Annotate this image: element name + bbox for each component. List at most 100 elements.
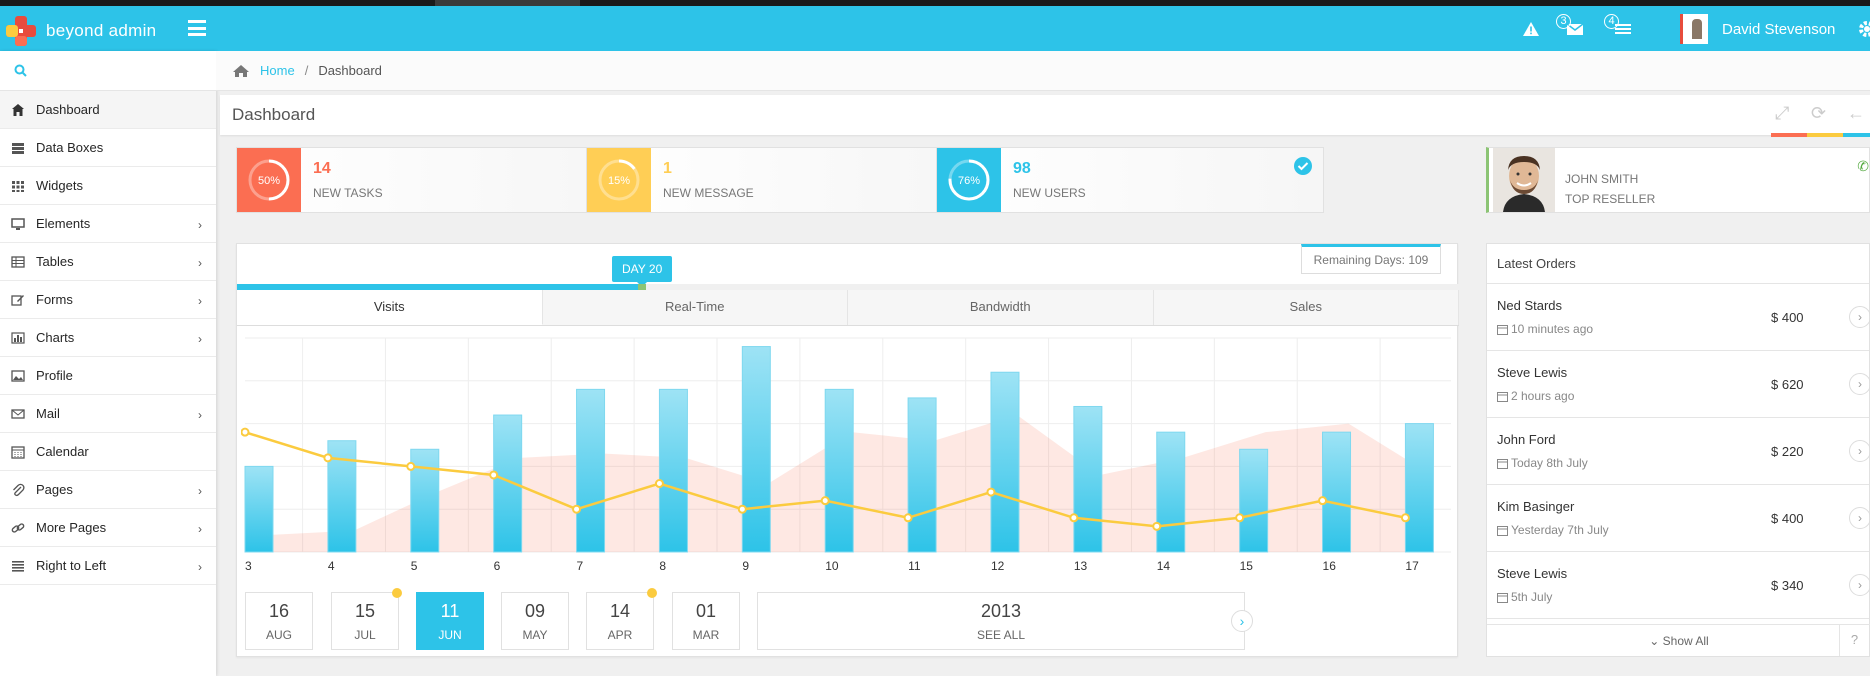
line-point-10[interactable] [820,496,830,506]
fullscreen-icon[interactable]: ⤢ [1775,103,1789,124]
bar-14[interactable] [1156,431,1186,553]
sidebar-item-mail[interactable]: Mail › [0,395,216,433]
refresh-icon[interactable]: ⟳ [1811,103,1826,124]
tab-sales[interactable]: Sales [1153,290,1459,325]
order-row[interactable]: Kim Basinger Yesterday 7th July $ 400 › [1487,485,1870,552]
order-row[interactable]: Steve Lewis 2 hours ago $ 620 › [1487,351,1870,418]
chevron-right-icon: › [198,294,202,308]
order-amount: $ 400 [1771,310,1804,325]
phone-icon[interactable]: ✆ [1857,158,1869,175]
top-reseller-card[interactable]: JOHN SMITH TOP RESELLER ✆ [1486,147,1870,213]
sidebar-item-profile[interactable]: Profile [0,357,216,395]
show-all-orders-button[interactable]: ⌄ Show All [1487,624,1870,656]
x-tick-label: 13 [1074,559,1088,573]
bar-13[interactable] [1073,405,1103,553]
line-point-14[interactable] [1152,521,1162,531]
bar-3[interactable] [244,465,274,553]
chevron-right-icon[interactable]: › [1849,306,1870,328]
line-point-12[interactable] [986,487,996,497]
settings-button[interactable] [1858,16,1870,42]
line-point-11[interactable] [903,513,913,523]
messages-button[interactable]: 3 [1556,14,1584,42]
breadcrumb-home-link[interactable]: Home [260,63,295,78]
stat-card-new-users[interactable]: 76% 98 NEW USERS [936,147,1324,213]
line-point-7[interactable] [572,504,582,514]
see-all-label: SEE ALL [976,628,1026,642]
back-icon[interactable]: ← [1847,103,1865,124]
line-point-4[interactable] [323,453,333,463]
user-menu[interactable]: David Stevenson [1680,14,1835,44]
line-point-9[interactable] [737,504,747,514]
app-logo[interactable]: beyond admin [4,14,156,48]
order-customer: Steve Lewis [1497,365,1568,380]
sidebar-item-right-to-left[interactable]: Right to Left › [0,547,216,585]
chevron-right-icon[interactable]: › [1849,507,1870,529]
sidebar-item-more-pages[interactable]: More Pages › [0,509,216,547]
line-point-6[interactable] [489,470,499,480]
date-may[interactable]: 09 MAY [501,592,569,650]
date-month: JUN [438,628,462,642]
page-header: Dashboard ⤢ ⟳ ← [220,95,1870,137]
bar-11[interactable] [907,397,937,553]
date-apr[interactable]: 14 APR [586,588,657,650]
bar-5[interactable] [410,448,440,553]
sidebar-item-pages[interactable]: Pages › [0,471,216,509]
sidebar-item-data-boxes[interactable]: Data Boxes [0,129,216,167]
stat-card-new-tasks[interactable]: 50% 14 NEW TASKS [236,147,624,213]
beyond-logo-icon [6,16,36,46]
bar-10[interactable] [824,388,854,553]
line-point-15[interactable] [1235,513,1245,523]
date-jul[interactable]: 15 JUL [331,588,402,650]
chevron-right-icon[interactable]: › [1849,440,1870,462]
sidebar-search-input[interactable] [34,59,204,83]
help-button[interactable]: ? [1839,624,1869,656]
date-aug[interactable]: 16 AUG [245,592,313,650]
sidebar-search [0,51,216,91]
line-point-17[interactable] [1400,513,1410,523]
line-point-16[interactable] [1318,496,1328,506]
order-row[interactable]: Steve Lewis 5th July $ 340 › [1487,552,1870,619]
bar-9[interactable] [741,346,771,553]
tab-real-time[interactable]: Real-Time [542,290,848,325]
bar-8[interactable] [658,388,688,553]
order-row[interactable]: John Ford Today 8th July $ 220 › [1487,418,1870,485]
chevron-right-icon[interactable]: › [1849,373,1870,395]
app-name: beyond admin [46,21,157,40]
stat-value: 14 [313,160,331,177]
line-point-13[interactable] [1069,513,1079,523]
line-point-8[interactable] [654,479,664,489]
date-mar[interactable]: 01 MAR [672,592,740,650]
alerts-button[interactable] [1522,16,1540,42]
sidebar-item-widgets[interactable]: Widgets [0,167,216,205]
sidebar-item-forms[interactable]: Forms › [0,281,216,319]
bar-16[interactable] [1322,431,1352,553]
chevron-right-icon[interactable]: › [1849,574,1870,596]
bar-15[interactable] [1239,448,1269,553]
sidebar-item-dashboard[interactable]: Dashboard [0,91,216,129]
date-selector: 01 MAR 14 APR 09 MAY 11 JUN 15 JUL 16 AUG 2013 SEE … [245,588,1451,650]
stat-card-new-message[interactable]: 15% 1 NEW MESSAGE [586,147,974,213]
date-month: MAY [522,628,548,642]
bar-7[interactable] [576,388,606,553]
year-see-all[interactable]: 2013 SEE ALL [757,592,1245,650]
sidebar-item-charts[interactable]: Charts › [0,319,216,357]
order-row[interactable]: Ned Stards 10 minutes ago $ 400 › [1487,284,1870,351]
line-point-5[interactable] [406,461,416,471]
date-jun[interactable]: 11 JUN [416,592,484,650]
tasks-button[interactable]: 4 [1604,14,1632,42]
sidebar-item-elements[interactable]: Elements › [0,205,216,243]
bar-12[interactable] [990,371,1020,553]
bar-17[interactable] [1404,423,1434,553]
tab-visits[interactable]: Visits [237,290,543,325]
next-dates-button[interactable]: › [1231,610,1253,632]
line-point-3[interactable] [241,427,250,437]
sidebar-item-label: Right to Left [36,558,107,573]
order-amount: $ 400 [1771,511,1804,526]
tab-bandwidth[interactable]: Bandwidth [848,290,1154,325]
date-marker-dot [392,588,402,598]
sidebar-item-tables[interactable]: Tables › [0,243,216,281]
sidebar-toggle-button[interactable] [188,20,206,36]
sidebar-item-calendar[interactable]: Calendar [0,433,216,471]
date-day: 14 [609,601,631,621]
envelope-icon [11,409,25,419]
